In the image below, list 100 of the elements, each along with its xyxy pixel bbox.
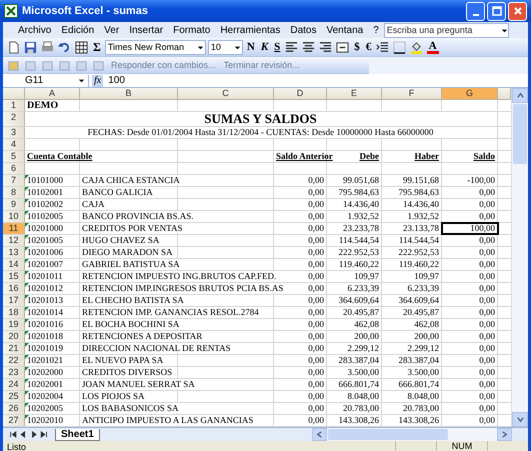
row-header[interactable]: 1 bbox=[3, 100, 25, 111]
row-header[interactable]: 17 bbox=[3, 295, 25, 306]
column-header[interactable]: A bbox=[25, 88, 80, 100]
menu-item[interactable]: Datos bbox=[285, 24, 322, 36]
table-cell: 14.436,40 bbox=[343, 199, 379, 209]
grid-icon[interactable] bbox=[75, 40, 88, 54]
insert-function-button[interactable]: fx bbox=[92, 74, 104, 86]
row-header[interactable]: 19 bbox=[3, 319, 25, 330]
minimize-button[interactable] bbox=[466, 2, 485, 20]
table-cell: 119.460,22 bbox=[338, 259, 379, 269]
row-header[interactable]: 6 bbox=[3, 163, 25, 174]
italic-button[interactable]: K bbox=[258, 40, 270, 54]
column-header[interactable]: G bbox=[442, 88, 498, 100]
indent-icon[interactable] bbox=[376, 40, 390, 54]
row-header[interactable]: 8 bbox=[3, 187, 25, 198]
menu-item[interactable]: Formato bbox=[168, 24, 216, 36]
table-cell: LOS BABASONICOS SA bbox=[82, 403, 179, 413]
menu-item[interactable]: Herramientas bbox=[215, 24, 286, 36]
row-header[interactable]: 24 bbox=[3, 379, 25, 390]
table-cell: 20.495,87 bbox=[343, 307, 379, 317]
row-header[interactable]: 21 bbox=[3, 343, 25, 354]
autosum-button[interactable]: Σ bbox=[91, 40, 103, 54]
formula-field[interactable]: 100 bbox=[106, 75, 528, 86]
euro-button[interactable]: € bbox=[364, 40, 374, 54]
table-cell: 0,00 bbox=[308, 271, 324, 281]
table-cell: 0,00 bbox=[308, 295, 324, 305]
scrollbar-thumb[interactable] bbox=[513, 104, 527, 164]
row-header[interactable]: 14 bbox=[3, 259, 25, 270]
table-cell: GABRIEL BATISTUA SA bbox=[82, 259, 180, 269]
menu-item[interactable]: Archivo bbox=[13, 24, 56, 36]
maximize-button[interactable] bbox=[487, 2, 506, 20]
row-header[interactable]: 7 bbox=[3, 175, 25, 186]
scrollbar-thumb[interactable] bbox=[328, 429, 448, 440]
font-color-button[interactable]: A bbox=[426, 40, 440, 54]
table-cell: ANTICIPO IMPUESTO A LAS GANANCIAS bbox=[82, 415, 254, 425]
underline-button[interactable]: S bbox=[272, 40, 282, 54]
close-button[interactable] bbox=[508, 2, 527, 20]
vertical-scrollbar[interactable] bbox=[511, 88, 528, 427]
name-box[interactable]: G11 bbox=[3, 74, 89, 86]
row-header[interactable]: 18 bbox=[3, 307, 25, 318]
column-header[interactable]: B bbox=[80, 88, 178, 100]
table-cell: 8.048,00 bbox=[348, 391, 379, 401]
menu-item[interactable]: ? bbox=[368, 24, 384, 36]
row-header[interactable]: 9 bbox=[3, 199, 25, 210]
row-header[interactable]: 25 bbox=[3, 391, 25, 402]
menu-item[interactable]: Ver bbox=[99, 24, 124, 36]
row-header[interactable]: 22 bbox=[3, 355, 25, 366]
undo-icon[interactable] bbox=[58, 40, 71, 54]
row-header[interactable]: 5 bbox=[3, 151, 25, 162]
row-header[interactable]: 2 bbox=[3, 112, 25, 126]
row-header[interactable]: 11 bbox=[3, 223, 25, 234]
align-center-icon[interactable] bbox=[302, 40, 316, 54]
row-header[interactable]: 26 bbox=[3, 403, 25, 414]
column-header[interactable]: E bbox=[327, 88, 382, 100]
table-cell: 10201006 bbox=[27, 247, 63, 257]
active-cell[interactable]: 100,00 bbox=[442, 223, 498, 234]
column-header[interactable]: C bbox=[178, 88, 274, 100]
row-header[interactable]: 13 bbox=[3, 247, 25, 258]
table-cell: 0,00 bbox=[479, 295, 495, 305]
menu-item[interactable]: Ventana bbox=[321, 24, 368, 36]
row-header[interactable]: 23 bbox=[3, 367, 25, 378]
row-header[interactable]: 3 bbox=[3, 127, 25, 138]
column-heading: Saldo Anterior bbox=[276, 151, 333, 161]
row-header[interactable]: 10 bbox=[3, 211, 25, 222]
table-cell: 222.952,53 bbox=[398, 247, 439, 257]
font-field[interactable]: Times New Roman bbox=[104, 40, 206, 54]
save-icon[interactable] bbox=[24, 40, 37, 54]
caret-icon bbox=[196, 44, 204, 50]
horizontal-scrollbar[interactable] bbox=[312, 428, 512, 441]
font-size-field[interactable]: 10 bbox=[208, 40, 243, 54]
row-header[interactable]: 20 bbox=[3, 331, 25, 342]
menu-item[interactable]: Insertar bbox=[124, 24, 168, 36]
row-header[interactable]: 16 bbox=[3, 283, 25, 294]
bold-button[interactable]: N bbox=[244, 40, 257, 54]
column-header[interactable]: F bbox=[382, 88, 442, 100]
table-cell: 462,08 bbox=[354, 319, 379, 329]
row-header[interactable]: 4 bbox=[3, 139, 25, 150]
row-header[interactable]: 27 bbox=[3, 415, 25, 426]
row-header[interactable]: 12 bbox=[3, 235, 25, 246]
table-cell: 1.932,52 bbox=[348, 211, 379, 221]
question-field[interactable]: Escriba una pregunta bbox=[384, 22, 509, 38]
row-header[interactable]: 15 bbox=[3, 271, 25, 282]
print-icon[interactable] bbox=[41, 40, 54, 54]
menu-item[interactable]: Edición bbox=[56, 24, 100, 36]
align-right-icon[interactable] bbox=[319, 40, 332, 54]
borders-icon[interactable] bbox=[393, 40, 406, 54]
table-cell: 0,00 bbox=[479, 307, 495, 317]
paint-bucket-icon[interactable] bbox=[410, 40, 424, 54]
table-cell: 143.308,26 bbox=[338, 415, 379, 425]
align-left-icon[interactable] bbox=[285, 40, 298, 54]
currency-button[interactable]: $ bbox=[352, 40, 362, 54]
new-document-icon[interactable] bbox=[7, 40, 20, 54]
table-cell: 20.783,00 bbox=[343, 403, 379, 413]
table-cell: 0,00 bbox=[308, 211, 324, 221]
table-cell: 0,00 bbox=[479, 283, 495, 293]
column-header[interactable]: D bbox=[274, 88, 327, 100]
merge-icon[interactable] bbox=[336, 40, 350, 54]
sheet-tab[interactable]: Sheet1 bbox=[55, 428, 100, 440]
table-cell: EL CHECHO BATISTA SA bbox=[82, 295, 184, 305]
table-cell: 0,00 bbox=[308, 187, 324, 197]
